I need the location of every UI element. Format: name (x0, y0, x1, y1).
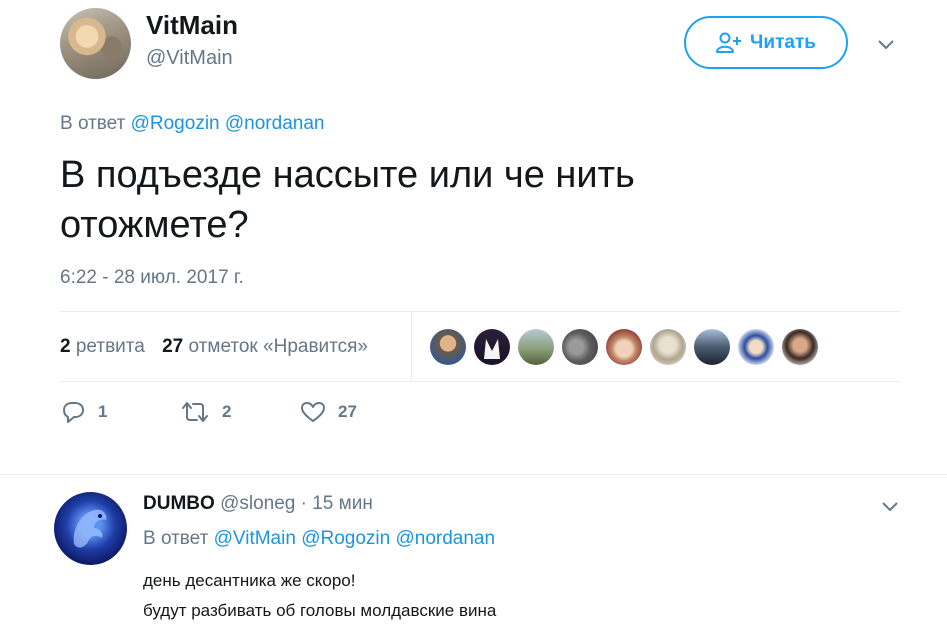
liker-avatar[interactable] (738, 329, 774, 365)
liker-avatar[interactable] (694, 329, 730, 365)
reply-text-line: день десантника же скоро! (143, 571, 356, 590)
tuxedo-icon (484, 339, 500, 359)
tweet-text: В подъезде нассыте или че нить отожмете? (60, 150, 880, 250)
mention-link[interactable]: @VitMain (214, 528, 296, 549)
reply-author-avatar[interactable] (54, 492, 127, 565)
reply-author-name[interactable]: DUMBO (143, 493, 215, 514)
chevron-down-icon[interactable] (876, 34, 896, 54)
reply-action[interactable]: 1 (60, 400, 180, 424)
likes-count: 27 (162, 336, 184, 357)
divider (60, 311, 900, 312)
liker-avatar[interactable] (474, 329, 510, 365)
tweet-timestamp[interactable]: 6:22 - 28 июл. 2017 г. (60, 266, 244, 290)
likers-avatars (430, 329, 826, 365)
retweet-icon (182, 402, 208, 422)
follow-button-label: Читать (750, 31, 816, 53)
section-divider (0, 474, 947, 475)
likes-label: отметок «Нравится» (188, 336, 369, 357)
divider (60, 381, 900, 382)
add-user-icon (716, 32, 742, 53)
liker-avatar[interactable] (650, 329, 686, 365)
reply-author-handle[interactable]: @sloneg (220, 493, 295, 514)
reply-to-line: В ответ @Rogozin @nordanan (60, 112, 324, 136)
mention-link[interactable]: @nordanan (395, 528, 495, 549)
retweets-label: ретвита (75, 336, 145, 357)
liker-avatar[interactable] (562, 329, 598, 365)
author-handle[interactable]: @VitMain (146, 46, 233, 70)
heart-icon (301, 402, 325, 422)
mention-link[interactable]: @nordanan (225, 113, 325, 134)
liker-avatar[interactable] (518, 329, 554, 365)
tweet-text-line: В подъезде нассыте или че нить (60, 154, 635, 196)
like-count: 27 (338, 402, 357, 421)
author-name[interactable]: VitMain (146, 10, 238, 40)
retweet-action[interactable]: 2 (180, 400, 300, 424)
follow-button[interactable]: Читать (684, 16, 848, 69)
retweets-stat[interactable]: 2 ретвита (60, 336, 145, 357)
tweet-stats: 2 ретвита 27 отметок «Нравится» (60, 335, 380, 359)
retweet-count: 2 (222, 402, 232, 421)
author-avatar[interactable] (60, 8, 131, 79)
reply-time[interactable]: 15 мин (312, 493, 373, 514)
likes-stat[interactable]: 27 отметок «Нравится» (162, 336, 368, 357)
reply-header: DUMBO @sloneg · 15 мин (143, 492, 373, 516)
like-action[interactable]: 27 (300, 400, 420, 424)
chevron-down-icon[interactable] (880, 496, 900, 516)
reply-separator: · (300, 493, 307, 514)
stats-separator (411, 311, 412, 381)
reply-reply-to-line: В ответ @VitMain @Rogozin @nordanan (143, 527, 495, 551)
tweet-text-line: отожмете? (60, 204, 249, 246)
reply-text-line: будут разбивать об головы молдавские вин… (143, 601, 497, 620)
reply-text: день десантника же скоро! будут разбиват… (143, 566, 496, 626)
tweet-actions: 1 2 27 (60, 400, 420, 424)
reply-count: 1 (98, 402, 108, 421)
reply-prefix: В ответ (143, 528, 209, 549)
liker-avatar[interactable] (430, 329, 466, 365)
retweets-count: 2 (60, 336, 71, 357)
liker-avatar[interactable] (782, 329, 818, 365)
mention-link[interactable]: @Rogozin (301, 528, 390, 549)
dragon-logo-icon (73, 509, 107, 548)
liker-avatar[interactable] (606, 329, 642, 365)
mention-link[interactable]: @Rogozin (131, 113, 220, 134)
reply-icon (63, 402, 84, 423)
reply-prefix: В ответ (60, 113, 126, 134)
